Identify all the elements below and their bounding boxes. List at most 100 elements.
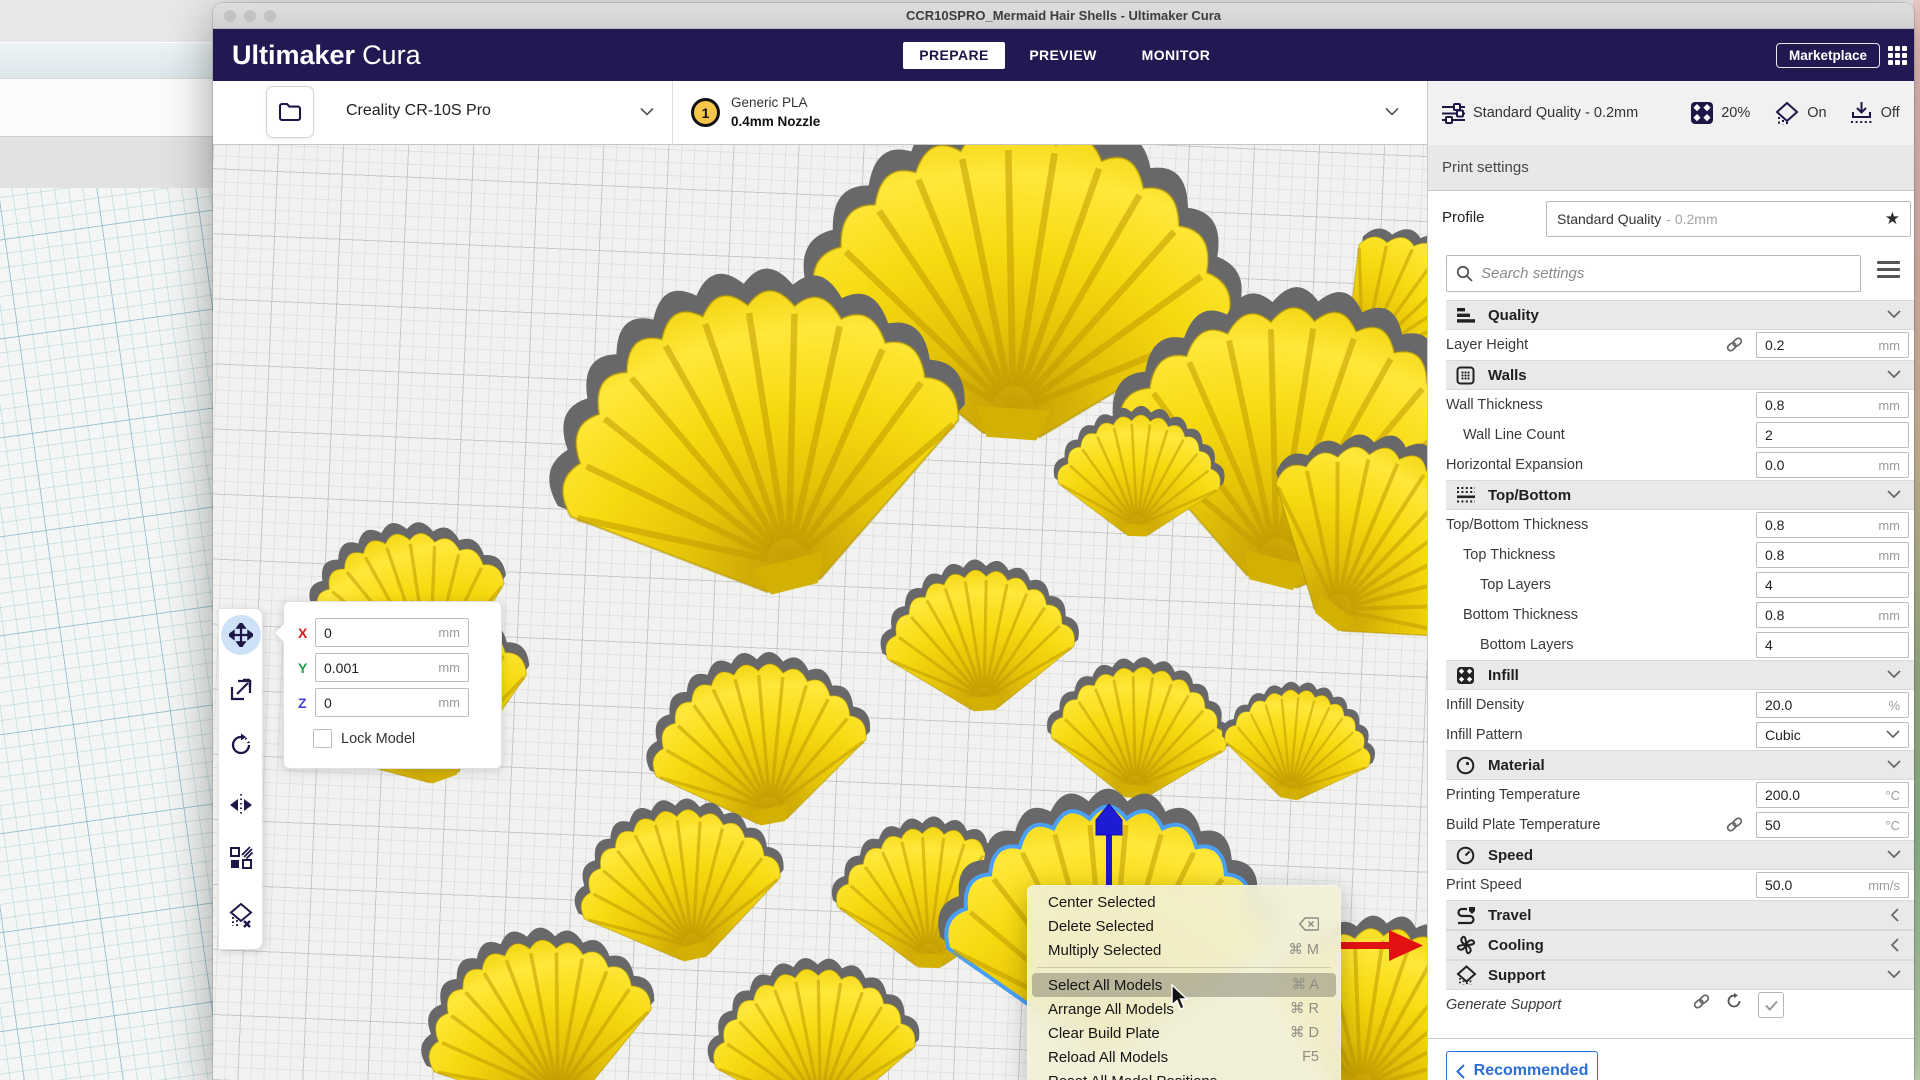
generate-support-checkbox[interactable] [1758,992,1784,1018]
settings-visibility-menu-icon[interactable] [1877,261,1900,282]
y-position-input[interactable]: 0.001mm [315,653,469,682]
search-input[interactable] [1481,265,1851,282]
print-setup-summary[interactable]: Standard Quality - 0.2mm 20% [1427,81,1914,145]
material-selector[interactable]: 1 Generic PLA 0.4mm Nozzle [673,81,1427,145]
scale-tool-button[interactable] [221,670,261,710]
shell-model[interactable] [1212,669,1385,812]
value-input[interactable]: 20.0% [1756,692,1909,718]
tab-monitor[interactable]: MONITOR [1131,42,1221,69]
summary-adhesion: Off [1881,105,1900,121]
profile-suffix: - 0.2mm [1666,211,1884,227]
category-infill[interactable]: Infill [1446,660,1914,690]
printer-name: Creality CR-10S Pro [346,102,491,120]
desktop-background-sliver [1913,0,1920,1080]
category-walls[interactable]: Walls [1446,360,1914,390]
z-position-input[interactable]: 0mm [315,688,469,717]
value-input[interactable]: 2 [1756,422,1909,448]
lock-model-checkbox[interactable] [313,729,332,748]
tab-preview[interactable]: PREVIEW [1018,42,1108,69]
marketplace-button[interactable]: Marketplace [1776,43,1880,68]
move-gizmo-x-arrow[interactable] [1335,928,1423,962]
value-input[interactable]: 4 [1756,632,1909,658]
chevron-down-icon [640,107,654,116]
recommended-button[interactable]: Recommended [1446,1051,1598,1080]
setting-print-speed: Print Speed 50.0mm/s [1428,870,1914,900]
menu-item-reset-all-model-positions[interactable]: Reset All Model Positions [1032,1069,1336,1080]
chevron-down-icon [1887,308,1901,322]
category-quality[interactable]: Quality [1446,300,1914,330]
profile-star-icon[interactable]: ★ [1885,209,1900,229]
cooling-icon [1456,935,1478,955]
profile-combo[interactable]: Standard Quality - 0.2mm ★ [1546,201,1911,237]
shell-model[interactable] [875,553,1084,718]
value-input[interactable]: 0.8mm [1756,512,1909,538]
tab-prepare[interactable]: PREPARE [903,42,1005,69]
rotate-tool-button[interactable] [221,725,261,765]
menu-item-clear-build-plate[interactable]: Clear Build Plate ⌘ D [1032,1021,1336,1045]
setting-wall-thickness: Wall Thickness 0.8mm [1428,390,1914,420]
apps-grid-icon[interactable] [1888,46,1908,66]
material-name: Generic PLA [731,93,820,112]
value-input[interactable]: Cubic [1756,722,1909,748]
setting-bottom-layers: Bottom Layers 4 [1428,630,1914,660]
setting-bottom-thickness: Bottom Thickness 0.8mm [1428,600,1914,630]
chevron-down-icon [1886,728,1900,742]
y-axis-label: Y [298,660,315,676]
open-file-button[interactable] [266,86,314,138]
value-input[interactable]: 200.0°C [1756,782,1909,808]
menu-item-delete-selected[interactable]: Delete Selected [1032,914,1336,938]
nozzle-size: 0.4mm Nozzle [731,112,820,131]
value-input[interactable]: 0.8mm [1756,392,1909,418]
value-input[interactable]: 50°C [1756,812,1909,838]
mirror-tool-button[interactable] [221,785,261,825]
setting-horizontal-expansion: Horizontal Expansion 0.0mm [1428,450,1914,480]
titlebar: CCR10SPRO_Mermaid Hair Shells - Ultimake… [213,3,1914,29]
setting-build-plate-temperature: Build Plate Temperature 50°C [1428,810,1914,840]
menu-item-center-selected[interactable]: Center Selected [1032,890,1336,914]
category-speed[interactable]: Speed [1446,840,1914,870]
menu-item-multiply-selected[interactable]: Multiply Selected ⌘ M [1032,938,1336,962]
per-model-settings-button[interactable] [221,838,261,878]
value-input[interactable]: 50.0mm/s [1756,872,1909,898]
tool-toolbar [218,608,263,950]
app-logo: UltimakerCura [232,40,421,71]
value-input[interactable]: 0.2mm [1756,332,1909,358]
value-input[interactable]: 0.8mm [1756,602,1909,628]
setting-top-bottom-thickness: Top/Bottom Thickness 0.8mm [1428,510,1914,540]
category-support[interactable]: Support [1446,960,1914,990]
move-tool-panel: X 0mm Y 0.001mm Z 0mm Lock Model [283,601,502,769]
graph-paper-background [0,188,218,1080]
travel-icon [1456,906,1478,925]
context-menu: Center Selected Delete Selected Multiply… [1027,885,1341,1080]
menu-item-reload-all-models[interactable]: Reload All Models F5 [1032,1045,1336,1069]
category-cooling[interactable]: Cooling [1446,930,1914,960]
adhesion-icon [1849,101,1874,126]
settings-search[interactable] [1446,255,1861,292]
setting-infill-density: Infill Density 20.0% [1428,690,1914,720]
value-input[interactable]: 0.0mm [1756,452,1909,478]
category-material[interactable]: Material [1446,750,1914,780]
support-blocker-button[interactable] [221,895,261,935]
chevron-down-icon [1887,668,1901,682]
revert-icon[interactable] [1726,993,1742,1009]
chevron-down-icon [1887,758,1901,772]
mouse-cursor [1170,984,1189,1011]
value-input[interactable]: 0.8mm [1756,542,1909,568]
chevron-left-icon [1889,908,1901,922]
value-input[interactable]: 4 [1756,572,1909,598]
setting-wall-line-count: Wall Line Count 2 [1428,420,1914,450]
x-position-input[interactable]: 0mm [315,618,469,647]
setting-printing-temperature: Printing Temperature 200.0°C [1428,780,1914,810]
panel-title: Print settings [1428,145,1914,191]
shell-model[interactable] [1042,651,1236,804]
infill-icon [1690,101,1714,125]
shell-model[interactable] [699,947,927,1080]
category-top-bottom[interactable]: Top/Bottom [1446,480,1914,510]
search-icon [1456,265,1473,282]
profile-label: Profile [1442,209,1485,226]
move-gizmo-y-arrow[interactable] [1093,804,1125,888]
category-travel[interactable]: Travel [1446,900,1914,930]
move-tool-button[interactable] [221,615,261,655]
printer-selector[interactable]: Creality CR-10S Pro [320,81,673,145]
chevron-down-icon [1887,488,1901,502]
